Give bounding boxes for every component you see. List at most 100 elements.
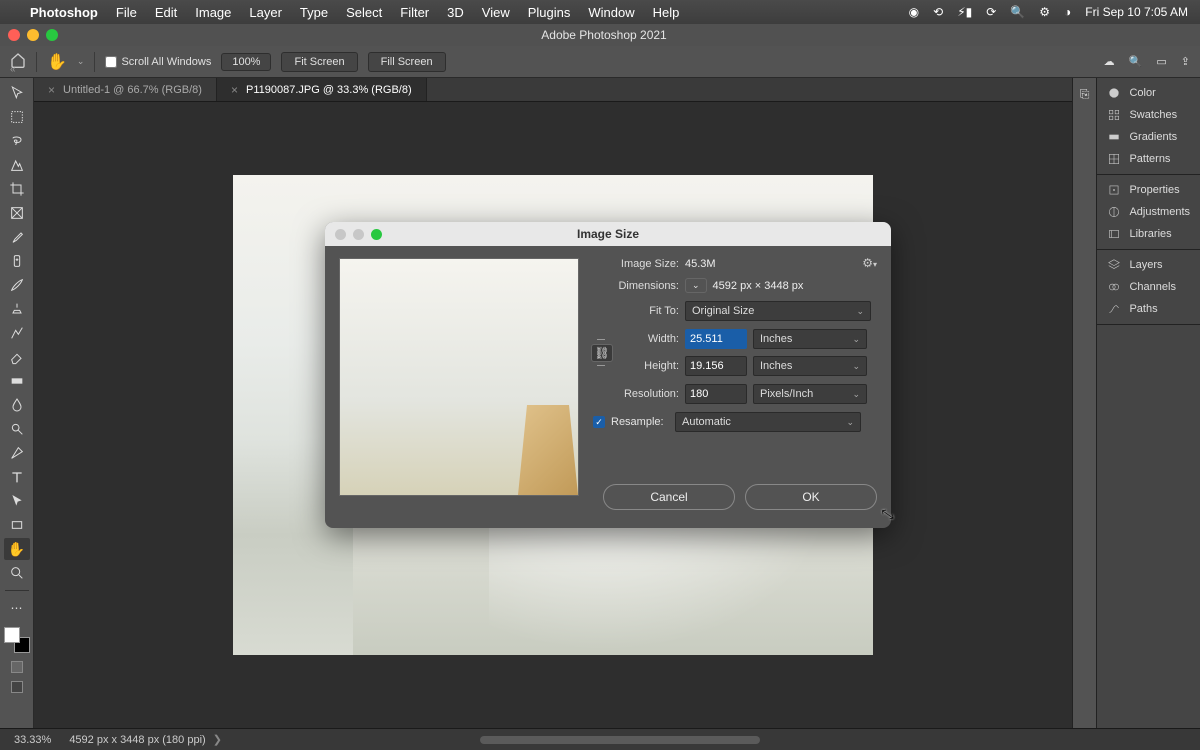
panel-color[interactable]: Color: [1097, 82, 1200, 104]
record-icon[interactable]: ◉: [909, 5, 919, 19]
dialog-titlebar[interactable]: Image Size: [325, 222, 891, 246]
dialog-zoom-button[interactable]: [371, 229, 382, 240]
edit-toolbar[interactable]: ⋯: [4, 597, 30, 619]
height-unit-dropdown[interactable]: Inches⌄: [753, 356, 867, 376]
menu-select[interactable]: Select: [346, 5, 382, 20]
spot-heal-tool[interactable]: [4, 250, 30, 272]
menu-window[interactable]: Window: [588, 5, 634, 20]
battery-icon[interactable]: ⚡︎▮: [957, 5, 972, 19]
eyedropper-tool[interactable]: [4, 226, 30, 248]
control-center-icon[interactable]: ⚙: [1039, 5, 1050, 19]
menu-file[interactable]: File: [116, 5, 137, 20]
hand-tool[interactable]: ✋: [4, 538, 30, 560]
app-menu[interactable]: Photoshop: [30, 5, 98, 20]
fill-screen-button[interactable]: Fill Screen: [368, 52, 446, 72]
workspace-icon[interactable]: ▭: [1156, 55, 1166, 68]
sync-icon[interactable]: ⟳: [986, 5, 996, 19]
search-icon[interactable]: 🔍: [1129, 55, 1143, 68]
right-panels: ⎘ Color Swatches Gradients Patterns Prop…: [1072, 78, 1200, 728]
window-close-button[interactable]: [8, 29, 20, 41]
quick-selection-tool[interactable]: [4, 154, 30, 176]
path-selection-tool[interactable]: [4, 490, 30, 512]
history-brush-tool[interactable]: [4, 322, 30, 344]
siri-icon[interactable]: ◑: [1064, 5, 1071, 19]
panel-paths[interactable]: Paths: [1097, 298, 1200, 320]
clock[interactable]: Fri Sep 10 7:05 AM: [1085, 5, 1188, 19]
quick-mask-toggle[interactable]: [11, 661, 23, 673]
blur-tool[interactable]: [4, 394, 30, 416]
cloud-docs-icon[interactable]: ☁: [1104, 55, 1115, 68]
move-tool[interactable]: [4, 82, 30, 104]
ok-button[interactable]: OK: [745, 484, 877, 510]
dialog-settings-gear-icon[interactable]: ⚙▾: [862, 256, 877, 270]
menu-filter[interactable]: Filter: [400, 5, 429, 20]
window-zoom-button[interactable]: [46, 29, 58, 41]
pen-tool[interactable]: [4, 442, 30, 464]
panel-adjustments[interactable]: Adjustments: [1097, 201, 1200, 223]
close-tab-icon[interactable]: ×: [48, 83, 55, 97]
resample-checkbox[interactable]: ✓: [593, 416, 605, 428]
fit-to-dropdown[interactable]: Original Size⌄: [685, 301, 871, 321]
eraser-tool[interactable]: [4, 346, 30, 368]
frame-tool[interactable]: [4, 202, 30, 224]
tool-preset-dropdown-icon[interactable]: ⌄: [77, 56, 85, 67]
panel-gradients[interactable]: Gradients: [1097, 126, 1200, 148]
chevron-right-icon[interactable]: ❯: [210, 734, 222, 746]
panel-layers[interactable]: Layers: [1097, 254, 1200, 276]
image-size-value: 45.3M: [685, 258, 716, 270]
marquee-tool[interactable]: [4, 106, 30, 128]
close-tab-icon[interactable]: ×: [231, 83, 238, 97]
clone-stamp-tool[interactable]: [4, 298, 30, 320]
menu-type[interactable]: Type: [300, 5, 328, 20]
creative-cloud-icon[interactable]: ⟲: [933, 5, 943, 19]
document-tab-0[interactable]: × Untitled-1 @ 66.7% (RGB/8): [34, 78, 217, 101]
panel-patterns[interactable]: Patterns: [1097, 148, 1200, 170]
cancel-button[interactable]: Cancel: [603, 484, 735, 510]
fit-screen-button[interactable]: Fit Screen: [281, 52, 357, 72]
window-minimize-button[interactable]: [27, 29, 39, 41]
menu-plugins[interactable]: Plugins: [528, 5, 571, 20]
brush-tool[interactable]: [4, 274, 30, 296]
menu-edit[interactable]: Edit: [155, 5, 177, 20]
status-bar: 33.33% 4592 px x 3448 px (180 ppi) ❯: [0, 728, 1200, 750]
panel-channels[interactable]: Channels: [1097, 276, 1200, 298]
document-tab-1[interactable]: × P1190087.JPG @ 33.3% (RGB/8): [217, 78, 427, 101]
hand-tool-icon[interactable]: ✋: [47, 52, 67, 72]
share-icon[interactable]: ⇪: [1181, 55, 1190, 68]
resample-dropdown[interactable]: Automatic⌄: [675, 412, 861, 432]
screen-mode-toggle[interactable]: [11, 681, 23, 693]
constrain-proportions-icon[interactable]: ⛓: [591, 344, 612, 362]
scroll-all-windows-checkbox[interactable]: Scroll All Windows: [105, 56, 211, 68]
panel-collapse-icon[interactable]: ⎘: [1075, 84, 1095, 104]
color-swatches[interactable]: [4, 627, 30, 653]
gradient-tool[interactable]: [4, 370, 30, 392]
type-tool[interactable]: [4, 466, 30, 488]
tools-panel: ✋ ⋯: [0, 78, 34, 728]
zoom-tool[interactable]: [4, 562, 30, 584]
menu-3d[interactable]: 3D: [447, 5, 464, 20]
panel-properties[interactable]: Properties: [1097, 179, 1200, 201]
resolution-input[interactable]: [685, 384, 747, 404]
dodge-tool[interactable]: [4, 418, 30, 440]
lasso-tool[interactable]: [4, 130, 30, 152]
panel-libraries[interactable]: Libraries: [1097, 223, 1200, 245]
width-unit-dropdown[interactable]: Inches⌄: [753, 329, 867, 349]
menu-layer[interactable]: Layer: [249, 5, 282, 20]
spotlight-icon[interactable]: 🔍: [1010, 5, 1025, 19]
menu-image[interactable]: Image: [195, 5, 231, 20]
resolution-unit-dropdown[interactable]: Pixels/Inch⌄: [753, 384, 867, 404]
rectangle-tool[interactable]: [4, 514, 30, 536]
height-input[interactable]: [685, 356, 747, 376]
horizontal-scrollbar[interactable]: [480, 736, 760, 744]
menu-help[interactable]: Help: [653, 5, 680, 20]
dimensions-unit-dropdown[interactable]: ⌄: [685, 278, 707, 293]
menu-view[interactable]: View: [482, 5, 510, 20]
crop-tool[interactable]: [4, 178, 30, 200]
zoom-level-field[interactable]: 100%: [221, 53, 271, 71]
dialog-minimize-button[interactable]: [353, 229, 364, 240]
status-zoom[interactable]: 33.33%: [14, 734, 51, 746]
panel-swatches[interactable]: Swatches: [1097, 104, 1200, 126]
width-input[interactable]: [685, 329, 747, 349]
status-doc-info[interactable]: 4592 px x 3448 px (180 ppi) ❯: [69, 733, 222, 746]
dialog-close-button[interactable]: [335, 229, 346, 240]
